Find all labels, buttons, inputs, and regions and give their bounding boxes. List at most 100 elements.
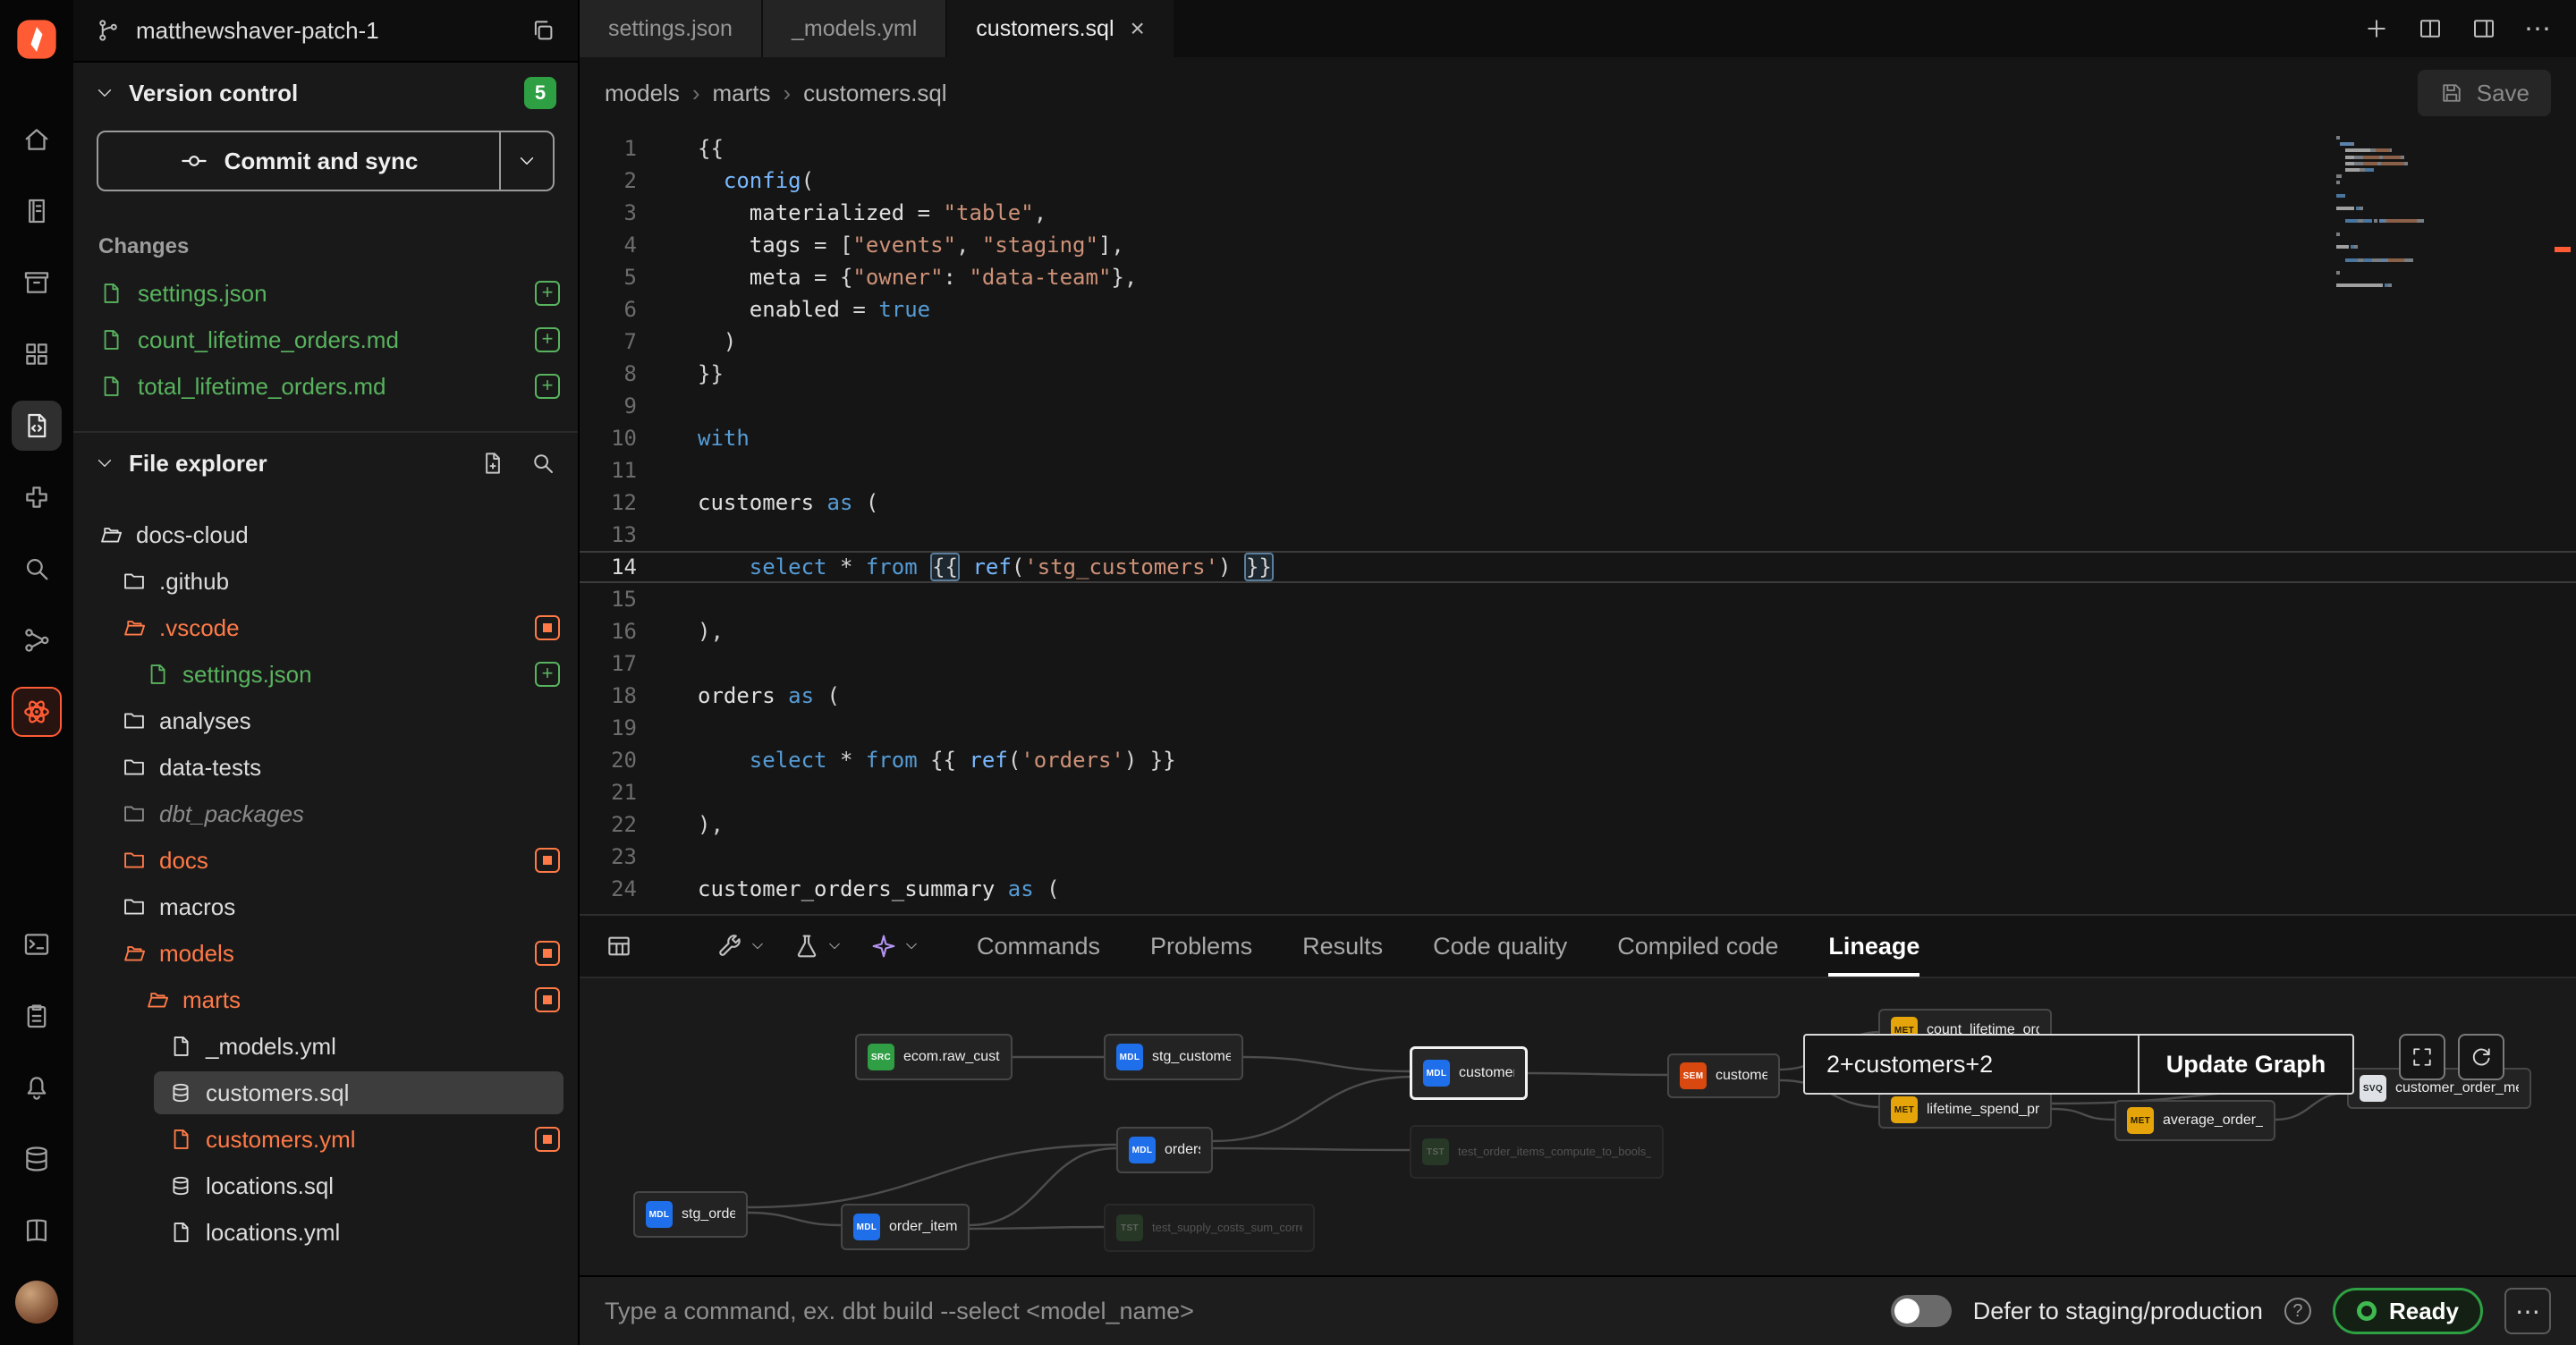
defer-toggle[interactable] — [1891, 1295, 1952, 1327]
ready-status[interactable]: Ready — [2333, 1288, 2483, 1334]
notifications-icon[interactable] — [12, 1062, 62, 1112]
breadcrumb[interactable]: models›marts›customers.sql — [605, 80, 947, 107]
lineage-icon[interactable] — [12, 615, 62, 665]
connections-icon[interactable] — [12, 1134, 62, 1184]
commit-options-dropdown[interactable] — [499, 132, 553, 190]
lineage-node-customers[interactable]: MDLcustomers — [1410, 1046, 1528, 1100]
lineage-selector-input[interactable]: 2+customers+2 — [1805, 1036, 2138, 1093]
lineage-node-lifetime_spend_pretax[interactable]: METlifetime_spend_pretax — [1878, 1091, 2052, 1129]
version-control-section: Version control 5 Commit and sync Change… — [73, 63, 578, 433]
line-number: 5 — [580, 261, 665, 293]
extensions-icon[interactable] — [12, 472, 62, 522]
tree-item-locations.yml[interactable]: locations.yml — [73, 1209, 578, 1256]
lineage-node-test_order_items_compute_to_bools_correctly[interactable]: TSTtest_order_items_compute_to_bools_cor… — [1410, 1125, 1664, 1179]
tree-item-customers.sql[interactable]: customers.sql — [73, 1070, 578, 1116]
tree-item-dbt_packages[interactable]: dbt_packages — [73, 791, 578, 837]
panel-tab-code-quality[interactable]: Code quality — [1433, 916, 1567, 977]
lineage-node-stg_customers[interactable]: MDLstg_customers — [1104, 1034, 1243, 1080]
new-file-icon[interactable] — [479, 450, 506, 477]
dbt-logo — [13, 16, 60, 63]
branch-header[interactable]: matthewshaver-patch-1 — [73, 0, 578, 63]
tree-item-settings.json[interactable]: settings.json+ — [73, 651, 578, 698]
editor-icon[interactable] — [12, 401, 62, 451]
version-control-header[interactable]: Version control 5 — [73, 63, 578, 123]
tree-item-models[interactable]: models — [73, 930, 578, 977]
refresh-lineage-button[interactable] — [2458, 1034, 2504, 1080]
changed-file-row[interactable]: count_lifetime_orders.md+ — [73, 317, 578, 363]
tree-item-analyses[interactable]: analyses — [73, 698, 578, 744]
panel-tab-problems[interactable]: Problems — [1150, 916, 1252, 977]
build-options-button[interactable] — [716, 932, 766, 960]
tree-item-.vscode[interactable]: .vscode — [73, 605, 578, 651]
breadcrumb-item[interactable]: customers.sql — [803, 80, 946, 107]
search-icon[interactable] — [530, 450, 556, 477]
panel-tab-results[interactable]: Results — [1302, 916, 1383, 977]
docs-icon[interactable] — [12, 1205, 62, 1256]
activity-bar — [0, 0, 73, 1345]
test-options-button[interactable] — [792, 932, 843, 960]
tab-settings.json[interactable]: settings.json — [580, 0, 761, 57]
close-icon[interactable]: × — [1131, 14, 1145, 43]
tree-item-.github[interactable]: .github — [73, 558, 578, 605]
user-avatar[interactable] — [12, 1277, 62, 1327]
changed-file-row[interactable]: total_lifetime_orders.md+ — [73, 363, 578, 410]
lineage-node-customers[interactable]: SEMcustomers — [1667, 1053, 1780, 1098]
help-icon[interactable]: ? — [2284, 1298, 2311, 1324]
tree-item-_models.yml[interactable]: _models.yml — [73, 1023, 578, 1070]
lineage-node-order_items[interactable]: MDLorder_items — [841, 1204, 970, 1250]
terminal-icon[interactable] — [12, 919, 62, 969]
fullscreen-button[interactable] — [2399, 1034, 2445, 1080]
tree-item-docs[interactable]: docs — [73, 837, 578, 884]
open-editors-icon[interactable] — [2417, 15, 2444, 42]
split-editor-icon[interactable] — [2470, 15, 2497, 42]
commit-and-sync-button[interactable]: Commit and sync — [97, 131, 555, 191]
breadcrumb-item[interactable]: marts — [713, 80, 771, 107]
new-tab-icon[interactable] — [2363, 15, 2390, 42]
dbt-logo[interactable] — [12, 14, 62, 64]
lineage-icon — [21, 625, 52, 656]
minimap[interactable] — [2336, 136, 2476, 291]
file-explorer-header[interactable]: File explorer — [73, 433, 578, 494]
changed-file-row[interactable]: settings.json+ — [73, 270, 578, 317]
lineage-canvas[interactable]: 2+customers+2 Update Graph SRCecom.raw_c… — [580, 978, 2576, 1275]
lineage-node-orders[interactable]: MDLorders — [1116, 1127, 1213, 1173]
tree-item-label: _models.yml — [206, 1033, 336, 1061]
copy-icon[interactable] — [530, 17, 556, 44]
develop-icon[interactable] — [12, 186, 62, 236]
lineage-node-average_order_value[interactable]: METaverage_order_value — [2114, 1100, 2275, 1141]
code-content[interactable]: 1{{2 config(3 materialized = "table",4 t… — [580, 129, 2576, 905]
update-graph-button[interactable]: Update Graph — [2138, 1036, 2352, 1093]
results-view-button[interactable] — [605, 932, 633, 960]
tree-item-macros[interactable]: macros — [73, 884, 578, 930]
lineage-node-stg_orders[interactable]: MDLstg_orders — [633, 1191, 748, 1238]
copilot-options-button[interactable] — [869, 932, 919, 960]
panel-tab-lineage[interactable]: Lineage — [1828, 916, 1919, 977]
explore-icon[interactable] — [12, 544, 62, 594]
copilot-icon[interactable] — [12, 687, 62, 737]
code-view-button[interactable] — [660, 932, 689, 960]
tab-customers.sql[interactable]: customers.sql× — [947, 0, 1174, 57]
more-actions-button[interactable]: ⋯ — [2504, 1288, 2551, 1334]
home-icon[interactable] — [12, 114, 62, 165]
panel-tab-compiled-code[interactable]: Compiled code — [1617, 916, 1778, 977]
node-type-badge-TST: TST — [1422, 1138, 1449, 1165]
more-editor-actions-icon[interactable]: ⋯ — [2524, 13, 2551, 45]
tree-item-marts[interactable]: marts — [73, 977, 578, 1023]
modified-badge — [535, 987, 560, 1012]
folder-icon — [122, 708, 147, 733]
code-editor[interactable]: models›marts›customers.sql Save 1{{2 con… — [580, 57, 2576, 914]
dashboard-icon[interactable] — [12, 329, 62, 379]
panel-tab-commands[interactable]: Commands — [977, 916, 1100, 977]
tab-_models.yml[interactable]: _models.yml — [763, 0, 945, 57]
save-button[interactable]: Save — [2418, 70, 2551, 116]
breadcrumb-item[interactable]: models — [605, 80, 680, 107]
logs-icon[interactable] — [12, 991, 62, 1041]
tree-item-customers.yml[interactable]: customers.yml — [73, 1116, 578, 1163]
tree-item-locations.sql[interactable]: locations.sql — [73, 1163, 578, 1209]
lineage-node-ecom.raw_customers[interactable]: SRCecom.raw_customers — [855, 1034, 1013, 1080]
lineage-node-test_supply_costs_sum_correctly[interactable]: TSTtest_supply_costs_sum_correctly — [1104, 1204, 1315, 1252]
deploy-icon[interactable] — [12, 258, 62, 308]
command-input[interactable]: Type a command, ex. dbt build --select <… — [605, 1298, 1194, 1325]
tree-item-data-tests[interactable]: data-tests — [73, 744, 578, 791]
tree-item-docs-cloud[interactable]: docs-cloud — [73, 512, 578, 558]
